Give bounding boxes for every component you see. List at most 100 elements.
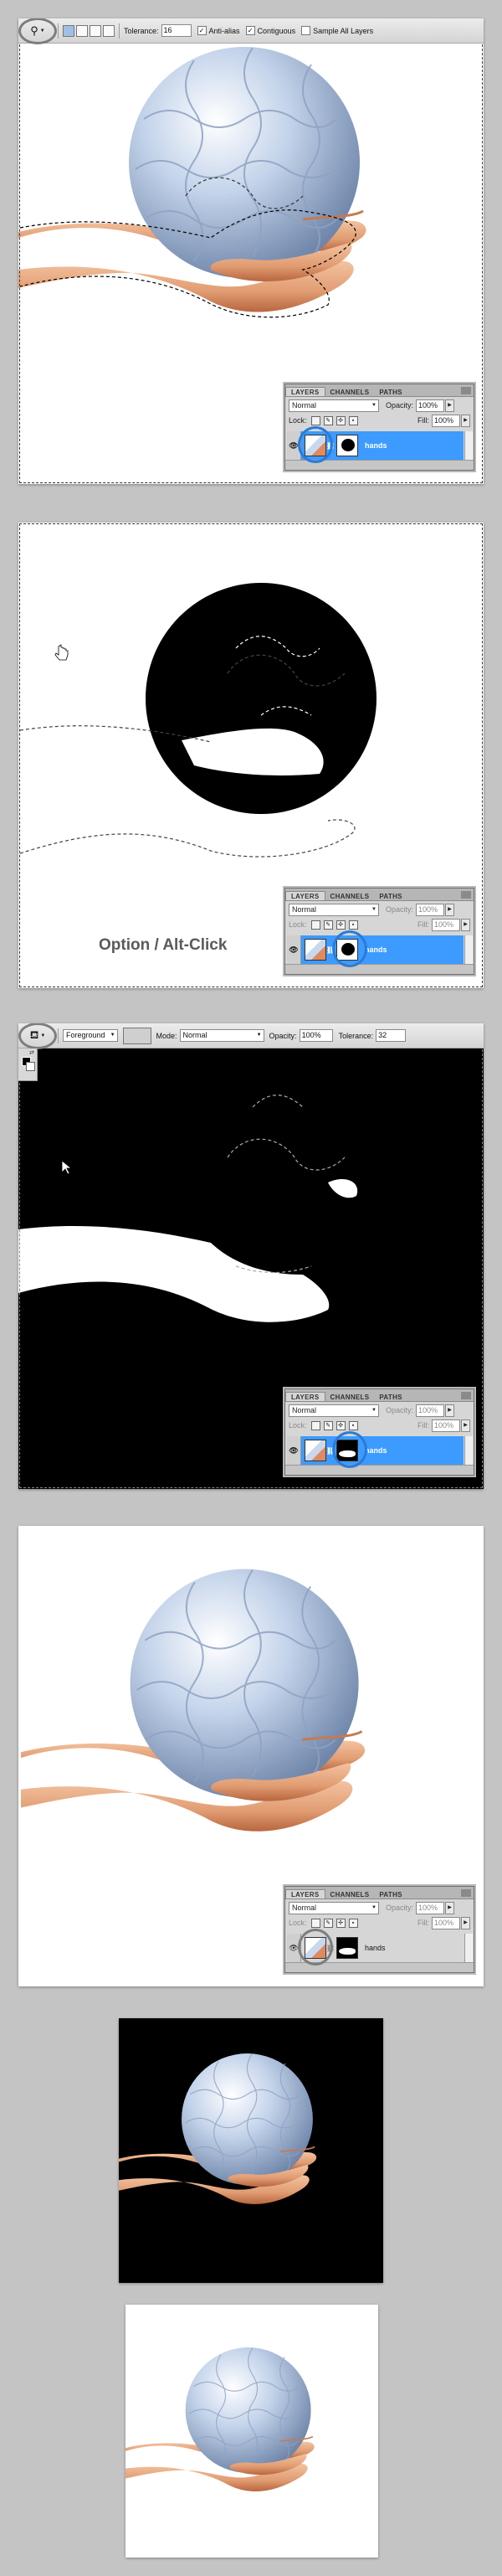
lock-transparency-icon[interactable]	[310, 920, 320, 930]
lock-icon[interactable]: ▪	[348, 415, 358, 425]
tab-layers[interactable]: LAYERS	[285, 387, 325, 396]
tab-paths[interactable]: PATHS	[374, 1890, 407, 1899]
fill-input[interactable]: 100%	[432, 1916, 460, 1929]
subtract-selection-icon[interactable]	[90, 24, 101, 37]
add-selection-icon[interactable]	[76, 24, 88, 37]
panel-menu-icon[interactable]	[461, 1889, 471, 1897]
move-icon[interactable]: ✣	[336, 920, 346, 930]
intersect-selection-icon[interactable]	[103, 24, 115, 37]
tolerance-input[interactable]: 16	[161, 24, 192, 37]
tab-layers[interactable]: LAYERS	[285, 1889, 325, 1899]
fill-arrow-icon[interactable]: ▶	[461, 1916, 470, 1929]
fill-input[interactable]: 100%	[432, 414, 460, 427]
opacity-arrow-icon[interactable]: ▶	[445, 903, 455, 916]
eye-icon[interactable]: 👁	[287, 431, 301, 460]
lock-transparency-icon[interactable]	[310, 1918, 320, 1928]
tab-paths[interactable]: PATHS	[374, 1393, 407, 1401]
layer-mask-thumbnail[interactable]	[336, 1937, 358, 1959]
sample-all-layers-checkbox[interactable]: Sample All Layers	[301, 26, 373, 35]
layer-mask-thumbnail[interactable]	[336, 435, 358, 456]
opacity-input[interactable]: 100%	[416, 399, 445, 412]
swap-colors-icon[interactable]: ⇄	[29, 1049, 34, 1056]
panel-menu-icon[interactable]	[461, 891, 471, 899]
panel-scrollbar[interactable]	[464, 1934, 473, 1962]
fill-arrow-icon[interactable]: ▶	[461, 918, 470, 931]
panel-scrollbar[interactable]	[464, 431, 473, 460]
color-swatches[interactable]: ⇄	[18, 1048, 38, 1081]
pattern-swatch[interactable]	[122, 1027, 151, 1044]
tab-layers[interactable]: LAYERS	[285, 1392, 325, 1401]
fill-arrow-icon[interactable]: ▶	[461, 414, 470, 427]
layer-thumbnail[interactable]	[305, 1937, 326, 1959]
step2-canvas[interactable]: Option / Alt-Click LAYERS CHANNELS PATHS…	[18, 523, 484, 988]
opacity-input[interactable]: 100%	[416, 1404, 445, 1417]
move-icon[interactable]: ✣	[336, 1918, 346, 1928]
blend-mode-select[interactable]: Normal	[289, 399, 379, 412]
eye-icon[interactable]: 👁	[287, 1934, 301, 1962]
opacity-input[interactable]: 100%	[299, 1029, 333, 1042]
tab-paths[interactable]: PATHS	[374, 388, 407, 396]
lock-transparency-icon[interactable]	[310, 1420, 320, 1430]
tab-paths[interactable]: PATHS	[374, 892, 407, 900]
selection-mode-buttons[interactable]	[63, 24, 115, 37]
new-selection-icon[interactable]	[63, 24, 74, 37]
chain-link-icon[interactable]: ⛓	[326, 1447, 335, 1455]
layer-mask-thumbnail[interactable]	[336, 1440, 358, 1461]
layer-thumbnail[interactable]	[305, 939, 326, 961]
fill-arrow-icon[interactable]: ▶	[461, 1419, 470, 1432]
fill-input[interactable]: 100%	[432, 1419, 460, 1432]
brush-icon[interactable]: ✎	[323, 920, 333, 930]
layer-row-hands[interactable]: 👁 ⛓ hands	[287, 935, 464, 964]
eye-icon[interactable]: 👁	[287, 935, 301, 964]
layer-row-hands[interactable]: 👁 ⛓ hands	[287, 1934, 464, 1962]
tab-channels[interactable]: CHANNELS	[325, 388, 375, 396]
brush-icon[interactable]: ✎	[323, 1918, 333, 1928]
panel-scrollbar[interactable]	[464, 1436, 473, 1465]
mode-select[interactable]: Normal	[179, 1029, 264, 1042]
paint-bucket-tool-button[interactable]: ⛾ ▼	[18, 1023, 57, 1049]
layer-name[interactable]: hands	[365, 1446, 387, 1455]
layer-row-hands[interactable]: 👁 ⛓ hands	[287, 431, 464, 460]
tab-channels[interactable]: CHANNELS	[325, 1393, 375, 1401]
opacity-input[interactable]: 100%	[416, 903, 445, 916]
step3-canvas[interactable]: ⛾ ▼ Foreground Mode: Normal Opacity: 100…	[18, 1023, 484, 1489]
chain-link-icon[interactable]: ⛓	[326, 946, 335, 954]
lock-icon[interactable]: ▪	[348, 1918, 358, 1928]
tab-channels[interactable]: CHANNELS	[325, 1890, 375, 1899]
opacity-input[interactable]: 100%	[416, 1901, 445, 1914]
layer-name[interactable]: hands	[365, 1944, 386, 1952]
chain-link-icon[interactable]: ⛓	[326, 442, 335, 450]
layer-name[interactable]: hands	[365, 441, 387, 450]
layer-thumbnail[interactable]	[305, 1440, 326, 1461]
brush-icon[interactable]: ✎	[323, 1420, 333, 1430]
step1-canvas[interactable]: ⚲ ▼ Tolerance: 16 ✓ Anti-alias ✓ Contiguou…	[18, 18, 484, 484]
lock-icon[interactable]: ▪	[348, 920, 358, 930]
magic-wand-tool-button[interactable]: ⚲ ▼	[18, 18, 57, 44]
contiguous-checkbox[interactable]: ✓ Contiguous	[245, 26, 295, 35]
panel-scrollbar[interactable]	[464, 935, 473, 964]
move-icon[interactable]: ✣	[336, 415, 346, 425]
tab-layers[interactable]: LAYERS	[285, 891, 325, 900]
lock-icon[interactable]: ▪	[348, 1420, 358, 1430]
lock-transparency-icon[interactable]	[310, 415, 320, 425]
antialias-checkbox[interactable]: ✓ Anti-alias	[197, 26, 240, 35]
blend-mode-select[interactable]: Normal	[289, 1901, 379, 1914]
tolerance-input[interactable]: 32	[376, 1029, 407, 1042]
blend-mode-select[interactable]: Normal	[289, 903, 379, 916]
opacity-arrow-icon[interactable]: ▶	[445, 399, 455, 412]
fill-input[interactable]: 100%	[432, 918, 460, 931]
layer-mask-thumbnail[interactable]	[336, 939, 358, 961]
blend-mode-select[interactable]: Normal	[289, 1404, 379, 1417]
opacity-arrow-icon[interactable]: ▶	[445, 1404, 455, 1417]
layer-row-hands[interactable]: 👁 ⛓ hands	[287, 1436, 464, 1465]
background-color-swatch[interactable]	[26, 1062, 35, 1071]
chain-link-icon[interactable]: ⛓	[326, 1945, 335, 1952]
tab-channels[interactable]: CHANNELS	[325, 892, 375, 900]
step4-canvas[interactable]: LAYERS CHANNELS PATHS Normal Opacity: 10…	[18, 1526, 484, 1986]
eye-icon[interactable]: 👁	[287, 1436, 301, 1465]
panel-menu-icon[interactable]	[461, 1392, 471, 1399]
brush-icon[interactable]: ✎	[323, 415, 333, 425]
layer-name[interactable]: hands	[365, 945, 387, 954]
fill-source-select[interactable]: Foreground	[63, 1029, 118, 1042]
move-icon[interactable]: ✣	[336, 1420, 346, 1430]
